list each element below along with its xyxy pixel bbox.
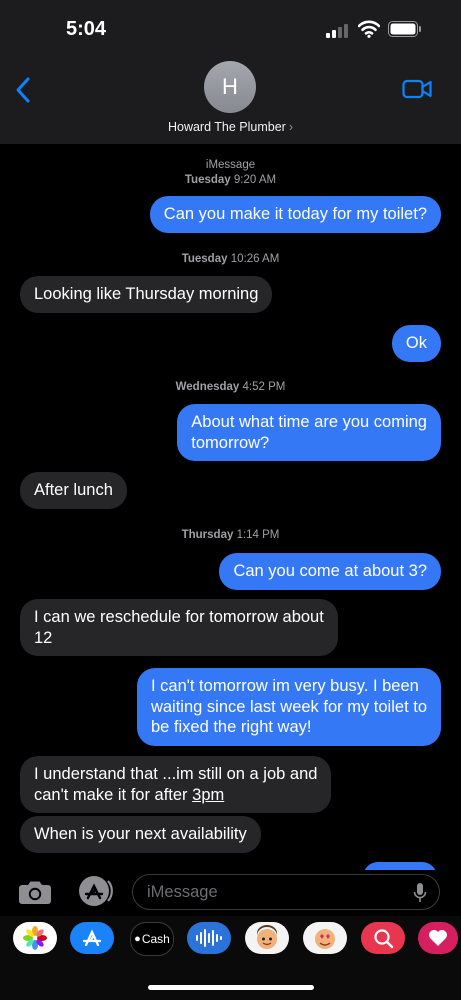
sent-message[interactable]: Can you come at about 3? [219,553,441,590]
service-label: iMessage [205,159,256,171]
received-message[interactable]: I understand that ...im still on a job a… [20,756,332,813]
sent-message[interactable]: I can't tomorrow im very busy. I been wa… [136,668,441,746]
timestamp: Tuesday 9:20 AM [184,174,277,186]
message-input-placeholder: iMessage [147,883,218,901]
sent-message-partial[interactable] [363,862,437,870]
memoji-icon[interactable] [245,922,289,954]
battery-icon [388,21,421,37]
timestamp: Wednesday 4:52 PM [175,381,286,393]
sent-message[interactable]: Can you make it today for my toilet? [149,196,441,233]
sent-message[interactable]: About what time are you coming tomorrow? [177,404,441,461]
contact-name: Howard The Plumber [167,120,286,134]
contact-avatar[interactable]: H [204,61,256,113]
wifi-icon [358,20,380,38]
app-store-icon [79,876,113,906]
message-input[interactable]: iMessage [132,874,440,910]
apple-cash-icon[interactable]: ● Cash [130,922,174,956]
compose-bar: iMessage [0,870,461,916]
back-chevron-icon[interactable] [14,76,32,104]
message-thread[interactable]: iMessage Tuesday 9:20 AM Can you make it… [0,144,461,870]
contact-name-button[interactable]: Howard The Plumber › [0,120,461,134]
chevron-right-icon: › [288,120,294,134]
status-time: 5:04 [66,18,107,40]
facetime-video-icon[interactable] [402,78,432,100]
conversation-header: H Howard The Plumber › [0,58,461,144]
time-link[interactable]: 3pm [192,786,224,804]
sent-message[interactable]: Ok [391,325,441,362]
image-search-icon[interactable] [361,922,405,954]
app-store-app-icon[interactable] [70,922,114,954]
received-message[interactable]: I can we reschedule for tomorrow about 1… [20,599,338,656]
audio-message-icon[interactable] [187,922,231,954]
timestamp: Thursday 1:14 PM [181,529,280,541]
avatar-initial: H [222,74,238,99]
camera-icon[interactable] [18,879,52,905]
home-indicator[interactable] [148,985,314,990]
digital-touch-icon[interactable] [418,922,458,954]
app-store-button[interactable] [74,875,114,907]
memoji-stickers-icon[interactable] [303,922,347,954]
cellular-signal-icon [326,24,348,38]
photos-app-icon[interactable] [13,922,57,954]
timestamp: Tuesday 10:26 AM [181,253,280,265]
microphone-icon[interactable] [413,882,427,904]
received-message[interactable]: Looking like Thursday morning [20,276,273,313]
status-bar: 5:04 [0,0,461,58]
received-message[interactable]: When is your next availability [20,816,261,853]
received-message[interactable]: After lunch [20,472,127,509]
